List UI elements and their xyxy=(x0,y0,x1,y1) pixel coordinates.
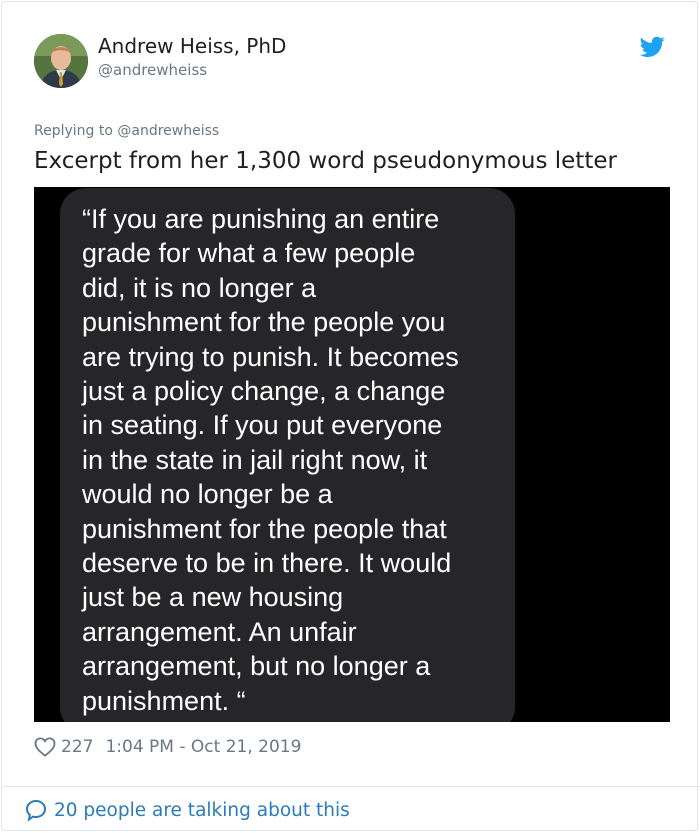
message-line: deserve to be in there. It would xyxy=(82,548,452,579)
author-handle[interactable]: @andrewheiss xyxy=(98,60,207,80)
tweet-meta: 227 1:04 PM - Oct 21, 2019 xyxy=(34,735,301,759)
message-line: just be a new housing xyxy=(82,582,344,613)
message-line: are trying to punish. It becomes xyxy=(82,341,459,372)
tweet-text: Excerpt from her 1,300 word pseudonymous… xyxy=(34,148,617,174)
message-line: “If you are punishing an entire xyxy=(82,204,440,234)
conversation-link[interactable]: 20 people are talking about this xyxy=(24,797,350,823)
timestamp[interactable]: 1:04 PM - Oct 21, 2019 xyxy=(105,737,301,757)
talking-about-text[interactable]: 20 people are talking about this xyxy=(54,800,350,821)
speech-bubble-icon xyxy=(25,799,47,822)
like-count[interactable]: 227 xyxy=(61,737,93,757)
author-name[interactable]: Andrew Heiss, PhD xyxy=(98,34,286,58)
avatar[interactable] xyxy=(34,34,88,88)
user-avatar-image xyxy=(34,34,88,88)
message-line: in seating. If you put everyone xyxy=(82,410,443,441)
message-line: in the state in jail right now, it xyxy=(82,444,428,475)
divider xyxy=(3,786,700,787)
replying-to[interactable]: Replying to @andrewheiss xyxy=(34,121,219,141)
twitter-bird-icon[interactable] xyxy=(640,36,665,58)
message-line: punishment for the people that xyxy=(82,513,447,544)
message-line: punishment. “ xyxy=(82,685,246,716)
message-line: did, it is no longer a xyxy=(82,272,317,303)
tweet-card: Andrew Heiss, PhD @andrewheiss Replying … xyxy=(1,1,700,831)
message-line: just a policy change, a change xyxy=(82,376,446,407)
message-line: punishment for the people you xyxy=(82,307,446,338)
message-line: grade for what a few people xyxy=(82,238,416,269)
heart-icon[interactable] xyxy=(34,737,56,757)
tweet-image[interactable]: “If you are punishing an entire grade fo… xyxy=(34,187,670,722)
message-line: arrangement. An unfair xyxy=(82,616,357,647)
message-bubble-text: “If you are punishing an entire grade fo… xyxy=(82,202,522,718)
message-line: arrangement, but no longer a xyxy=(82,651,431,682)
message-line: would no longer be a xyxy=(82,479,333,510)
